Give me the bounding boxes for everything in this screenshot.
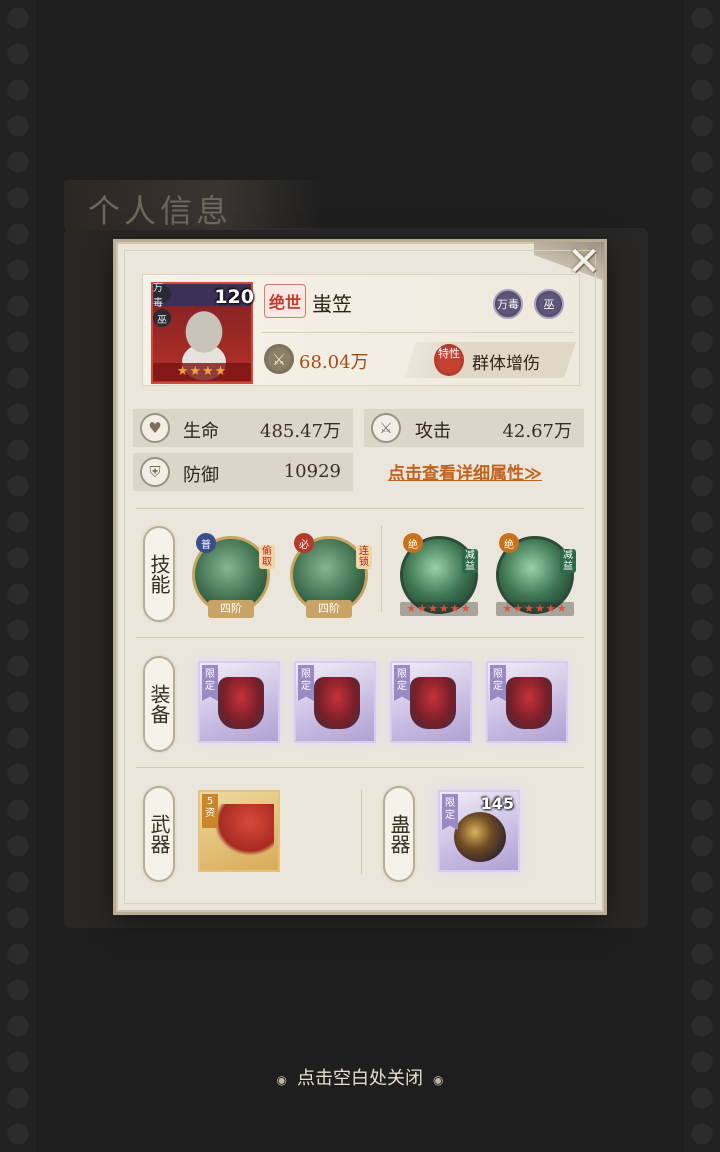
skill-rank: 四阶 [208, 600, 254, 618]
skill-type-tag: 必 [294, 533, 314, 553]
combat-power: 68.04万 [299, 352, 369, 373]
sword-icon: ⚔ [371, 413, 401, 443]
left-border-pattern [0, 0, 36, 1152]
portrait-faction-stamp: 万毒 [153, 283, 171, 309]
skill-effect-tag: 连锁 [356, 545, 372, 569]
faction-icon[interactable]: 万毒 [493, 289, 523, 319]
section-divider [136, 508, 584, 509]
skill-effect-tag: 偷取 [259, 545, 275, 569]
shield-icon: ⛨ [140, 457, 170, 487]
weapon-gu-divider [361, 790, 362, 874]
gauntlet-icon [410, 677, 456, 729]
equipment-slot[interactable]: 限定 [390, 661, 472, 743]
trait-badge: 特性 [434, 344, 464, 376]
gourd-icon [454, 812, 506, 862]
hero-name: 蚩笠 [312, 292, 352, 316]
limited-tag: 限定 [298, 665, 314, 701]
hero-stars: ★★★★ [153, 363, 251, 381]
gu-slot[interactable]: 限定 145 [438, 790, 520, 872]
skill-rank: 四阶 [306, 600, 352, 618]
skill-divider [381, 526, 382, 612]
background-panel-title: 个人信息 [88, 192, 233, 230]
atk-label: 攻击 [415, 421, 451, 442]
limited-tag: 限定 [490, 665, 506, 701]
skill-type-tag: 绝 [499, 533, 519, 553]
hero-card-divider [262, 332, 574, 333]
rarity-badge: 绝世 [264, 284, 306, 318]
hp-value: 485.47万 [260, 421, 341, 442]
gu-section-tag: 蛊器 [383, 786, 415, 882]
detail-attributes-link[interactable]: 点击查看详细属性≫ [388, 459, 542, 484]
weapon-slot[interactable]: 5资 [198, 790, 280, 872]
limited-tag: 限定 [202, 665, 218, 701]
section-divider [136, 767, 584, 768]
dot-icon: ◉ [433, 1073, 444, 1087]
close-hint[interactable]: ◉ 点击空白处关闭 ◉ [0, 1064, 720, 1090]
gu-section-label: 蛊器 [387, 814, 411, 854]
dot-icon: ◉ [276, 1073, 287, 1087]
def-label: 防御 [183, 465, 219, 486]
umbrella-icon [214, 804, 274, 856]
faction-icon[interactable]: 巫 [534, 289, 564, 319]
weapon-section-label: 武器 [147, 814, 171, 854]
boots-icon [218, 677, 264, 729]
close-hint-text: 点击空白处关闭 [297, 1068, 423, 1089]
armor-icon [314, 677, 360, 729]
limited-tag: 限定 [394, 665, 410, 701]
right-border-pattern [684, 0, 720, 1152]
skill-type-tag: 绝 [403, 533, 423, 553]
equipment-slot[interactable]: 限定 [294, 661, 376, 743]
heart-icon: ♥ [140, 413, 170, 443]
equipment-section-label: 装备 [147, 684, 171, 724]
section-divider [136, 637, 584, 638]
skill-effect-tag: 减益 [462, 549, 478, 573]
hp-label: 生命 [183, 421, 219, 442]
skill-effect-tag: 减益 [560, 549, 576, 573]
skill-stars: ★★★★★★ [496, 602, 574, 616]
gu-level: 145 [480, 794, 514, 813]
equipment-section-tag: 装备 [143, 656, 175, 752]
skill-stars: ★★★★★★ [400, 602, 478, 616]
equipment-slot[interactable]: 限定 [486, 661, 568, 743]
crossed-swords-icon: ⚔ [264, 344, 294, 374]
skills-section-tag: 技能 [143, 526, 175, 622]
skills-section-label: 技能 [147, 554, 171, 594]
portrait-faction-stamp: 巫 [153, 309, 171, 327]
weapon-section-tag: 武器 [143, 786, 175, 882]
trait-text: 群体增伤 [472, 354, 540, 374]
atk-value: 42.67万 [502, 421, 572, 442]
weapon-grade-tag: 5资 [202, 794, 218, 828]
equipment-slot[interactable]: 限定 [198, 661, 280, 743]
limited-tag: 限定 [442, 794, 458, 830]
skill-type-tag: 普 [196, 533, 216, 553]
hero-level: 120 [214, 286, 254, 308]
helmet-icon [506, 677, 552, 729]
def-value: 10929 [283, 461, 341, 482]
